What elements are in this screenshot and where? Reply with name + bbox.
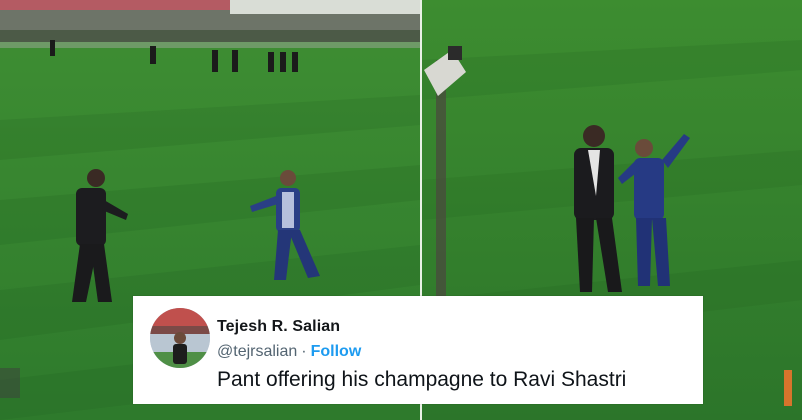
author-name[interactable]: Tejesh R. Salian bbox=[217, 318, 340, 336]
meta-separator: · bbox=[301, 343, 307, 360]
tweet-text: Pant offering his champagne to Ravi Shas… bbox=[217, 368, 627, 391]
author-handle[interactable]: @tejrsalian bbox=[217, 343, 297, 360]
avatar[interactable] bbox=[150, 308, 210, 368]
follow-button[interactable]: Follow bbox=[311, 343, 362, 360]
tweet-card: Tejesh R. Salian @tejrsalian · Follow Pant… bbox=[133, 296, 703, 404]
photo-collage: Tejesh R. Salian @tejrsalian · Follow Pant… bbox=[0, 0, 802, 420]
author-meta: @tejrsalian · Follow bbox=[217, 343, 361, 361]
